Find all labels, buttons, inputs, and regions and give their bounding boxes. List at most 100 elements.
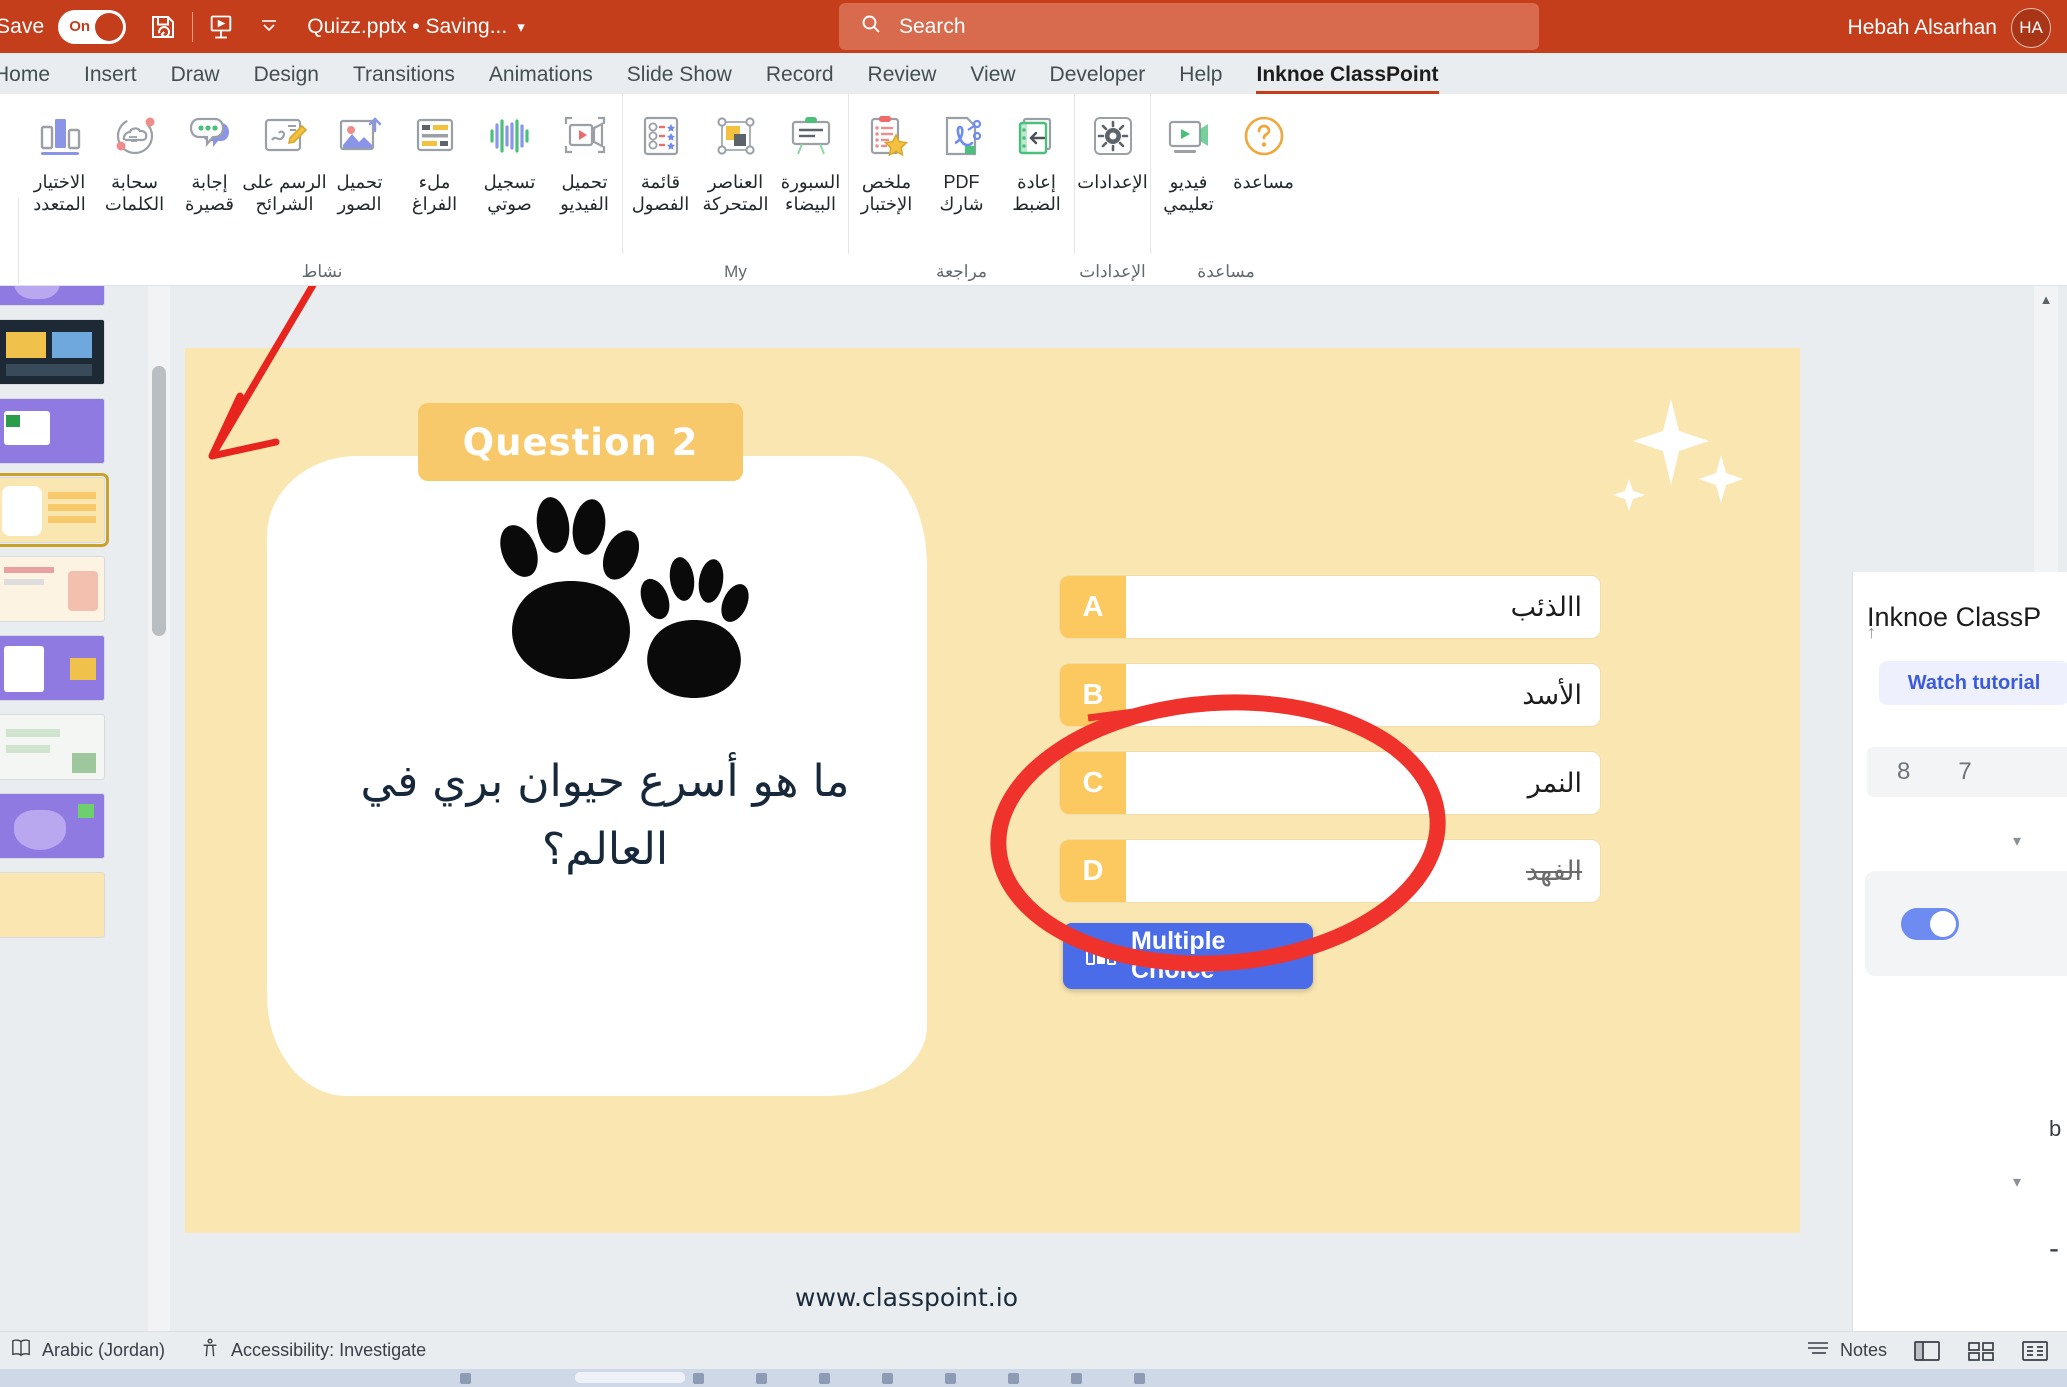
tab-label: Draw <box>170 63 220 86</box>
slide-sorter-icon[interactable] <box>1967 1339 1995 1363</box>
taskbar-icon[interactable] <box>1008 1372 1019 1384</box>
ribbon-button-label: الاختيار المتعدد <box>33 172 86 214</box>
taskbar-icon[interactable] <box>1071 1372 1082 1384</box>
language-status[interactable]: Arabic (Jordan) <box>10 1338 165 1363</box>
option-text[interactable]: االذئب <box>1126 576 1600 638</box>
list-item[interactable] <box>0 286 105 306</box>
taskbar-icon[interactable] <box>882 1372 893 1384</box>
tab-home[interactable]: Home <box>0 63 67 94</box>
ribbon-button-label: الإعدادات <box>1077 172 1148 192</box>
list-item[interactable] <box>0 319 105 385</box>
tab-slide-show[interactable]: Slide Show <box>610 63 749 94</box>
ribbon-group-1: الاختيار المتعدد سحابة الكلمات إجابة قصيرة … <box>22 94 622 281</box>
ribbon-button-العناصر-المتحركة[interactable]: العناصر المتحركة <box>698 94 773 254</box>
ribbon-button-ملء-الفراغ[interactable]: ملء الفراغ <box>397 94 472 254</box>
taskbar-icon[interactable] <box>1134 1372 1145 1384</box>
tab-animations[interactable]: Animations <box>472 63 610 94</box>
answer-option-c[interactable]: C النمر <box>1060 752 1600 814</box>
audio-record-icon <box>487 106 533 166</box>
pane-scroll-up-arrow[interactable]: ↑ <box>1867 622 1876 643</box>
document-name[interactable]: Quizz.pptx • Saving... <box>307 15 507 39</box>
option-text[interactable]: الفهد <box>1126 840 1600 902</box>
bar-chart-icon <box>37 106 83 166</box>
user-name: Hebah Alsarhan <box>1847 16 1997 39</box>
whiteboard-icon <box>788 106 834 166</box>
avatar[interactable]: HA <box>2011 8 2051 48</box>
list-item-selected[interactable] <box>0 473 109 547</box>
present-icon[interactable] <box>207 13 235 41</box>
ribbon-button-إجابة-قصيرة[interactable]: إجابة قصيرة <box>172 94 247 254</box>
ribbon-button-تسجيل-صوتي[interactable]: تسجيل صوتي <box>472 94 547 254</box>
normal-view-icon[interactable] <box>1913 1339 1941 1363</box>
ribbon-button-label: مساعدة <box>1233 172 1294 192</box>
tab-transitions[interactable]: Transitions <box>336 63 472 94</box>
tab-label: Help <box>1179 63 1223 86</box>
scrollbar-thumb[interactable] <box>152 366 166 636</box>
tab-review[interactable]: Review <box>851 63 954 94</box>
tab-help[interactable]: Help <box>1162 63 1239 94</box>
thumbnail-scrollbar[interactable] <box>148 286 170 1331</box>
search-input[interactable]: Search <box>839 3 1539 50</box>
slide-thumbnail-strip[interactable] <box>0 286 145 1331</box>
tab-record[interactable]: Record <box>749 63 851 94</box>
tab-insert[interactable]: Insert <box>67 63 154 94</box>
ribbon-button-سحابة-الكلمات[interactable]: سحابة الكلمات <box>97 94 172 254</box>
scroll-up-arrow[interactable]: ▲ <box>2034 286 2058 312</box>
setting-toggle[interactable] <box>1901 907 1959 940</box>
taskbar-icon[interactable] <box>756 1372 767 1384</box>
list-item[interactable] <box>0 872 105 938</box>
answer-option-d[interactable]: D الفهد <box>1060 840 1600 902</box>
taskbar-search[interactable] <box>575 1372 685 1383</box>
multiple-choice-button[interactable]: Multiple Choice <box>1063 923 1313 989</box>
answer-option-a[interactable]: A االذئب <box>1060 576 1600 638</box>
chevron-down-icon[interactable]: ▾ <box>517 18 525 36</box>
ribbon-group-label: الإعدادات <box>1079 262 1146 281</box>
slide[interactable]: Question 2 ما هو أسرع حيوان بري في العال… <box>185 348 1800 1312</box>
autosave-toggle[interactable]: On <box>58 9 127 44</box>
ribbon-button-الإعدادات[interactable]: الإعدادات <box>1075 94 1150 254</box>
accessibility-status[interactable]: Accessibility: Investigate <box>199 1337 426 1364</box>
option-text[interactable]: النمر <box>1126 752 1600 814</box>
save-as-icon[interactable] <box>148 12 178 42</box>
answer-option-b[interactable]: B الأسد <box>1060 664 1600 726</box>
chevron-down-icon[interactable]: ▾ <box>2013 831 2067 851</box>
ribbon-button-السبورة-البيضاء[interactable]: السبورة البيضاء <box>773 94 848 254</box>
chevron-down-icon-2[interactable]: ▾ <box>2013 1172 2067 1192</box>
watch-tutorial-button[interactable]: Watch tutorial <box>1879 661 2067 705</box>
list-item[interactable] <box>0 556 105 622</box>
ribbon-button-تحميل-الصور[interactable]: تحميل الصور <box>322 94 397 254</box>
tab-developer[interactable]: Developer <box>1033 63 1163 94</box>
search-icon <box>859 12 883 41</box>
list-item[interactable] <box>0 714 105 780</box>
taskbar-icon[interactable] <box>945 1372 956 1384</box>
ribbon-button-ملخص-الإختبار[interactable]: ملخص الإختبار <box>849 94 924 254</box>
ribbon-button-فيديو-تعليمي[interactable]: فيديو تعليمي <box>1151 94 1226 254</box>
tab-draw[interactable]: Draw <box>154 63 237 94</box>
taskbar-icon[interactable] <box>819 1372 830 1384</box>
ribbon-button-مساعدة[interactable]: مساعدة <box>1226 94 1301 254</box>
taskbar[interactable] <box>0 1369 2067 1387</box>
taskbar-icon[interactable] <box>460 1372 471 1384</box>
tab-design[interactable]: Design <box>237 63 336 94</box>
list-item[interactable] <box>0 793 105 859</box>
taskbar-icon[interactable] <box>693 1372 704 1384</box>
tab-label: Design <box>253 63 319 86</box>
ribbon-button-قائمة-الفصول[interactable]: قائمة الفصول <box>623 94 698 254</box>
ribbon-button-إعادة-الضبط[interactable]: إعادة الضبط <box>999 94 1074 254</box>
reading-view-icon[interactable] <box>2021 1339 2049 1363</box>
ribbon-button-الرسم-على-الشرائح[interactable]: الرسم على الشرائح <box>242 94 327 254</box>
tab-label: Developer <box>1049 63 1146 86</box>
pane-minus-label: - <box>2049 1232 2059 1265</box>
ribbon-button-تحميل-الفيديو[interactable]: تحميل الفيديو <box>547 94 622 254</box>
option-text[interactable]: الأسد <box>1126 664 1600 726</box>
list-item[interactable] <box>0 398 105 464</box>
tab-view[interactable]: View <box>953 63 1032 94</box>
list-item[interactable] <box>0 635 105 701</box>
ribbon-button-الاختيار-المتعدد[interactable]: الاختيار المتعدد <box>22 94 97 254</box>
notes-button[interactable]: Notes <box>1806 1339 1887 1362</box>
tab-inknoe-classpoint[interactable]: Inknoe ClassPoint <box>1239 63 1455 94</box>
ribbon-button-PDF-شارك[interactable]: PDF شارك <box>924 94 999 254</box>
customize-quick-access-icon[interactable] <box>259 18 279 36</box>
footer-link[interactable]: www.classpoint.io <box>795 1283 1018 1312</box>
user-account[interactable]: Hebah Alsarhan HA <box>1848 8 2051 48</box>
